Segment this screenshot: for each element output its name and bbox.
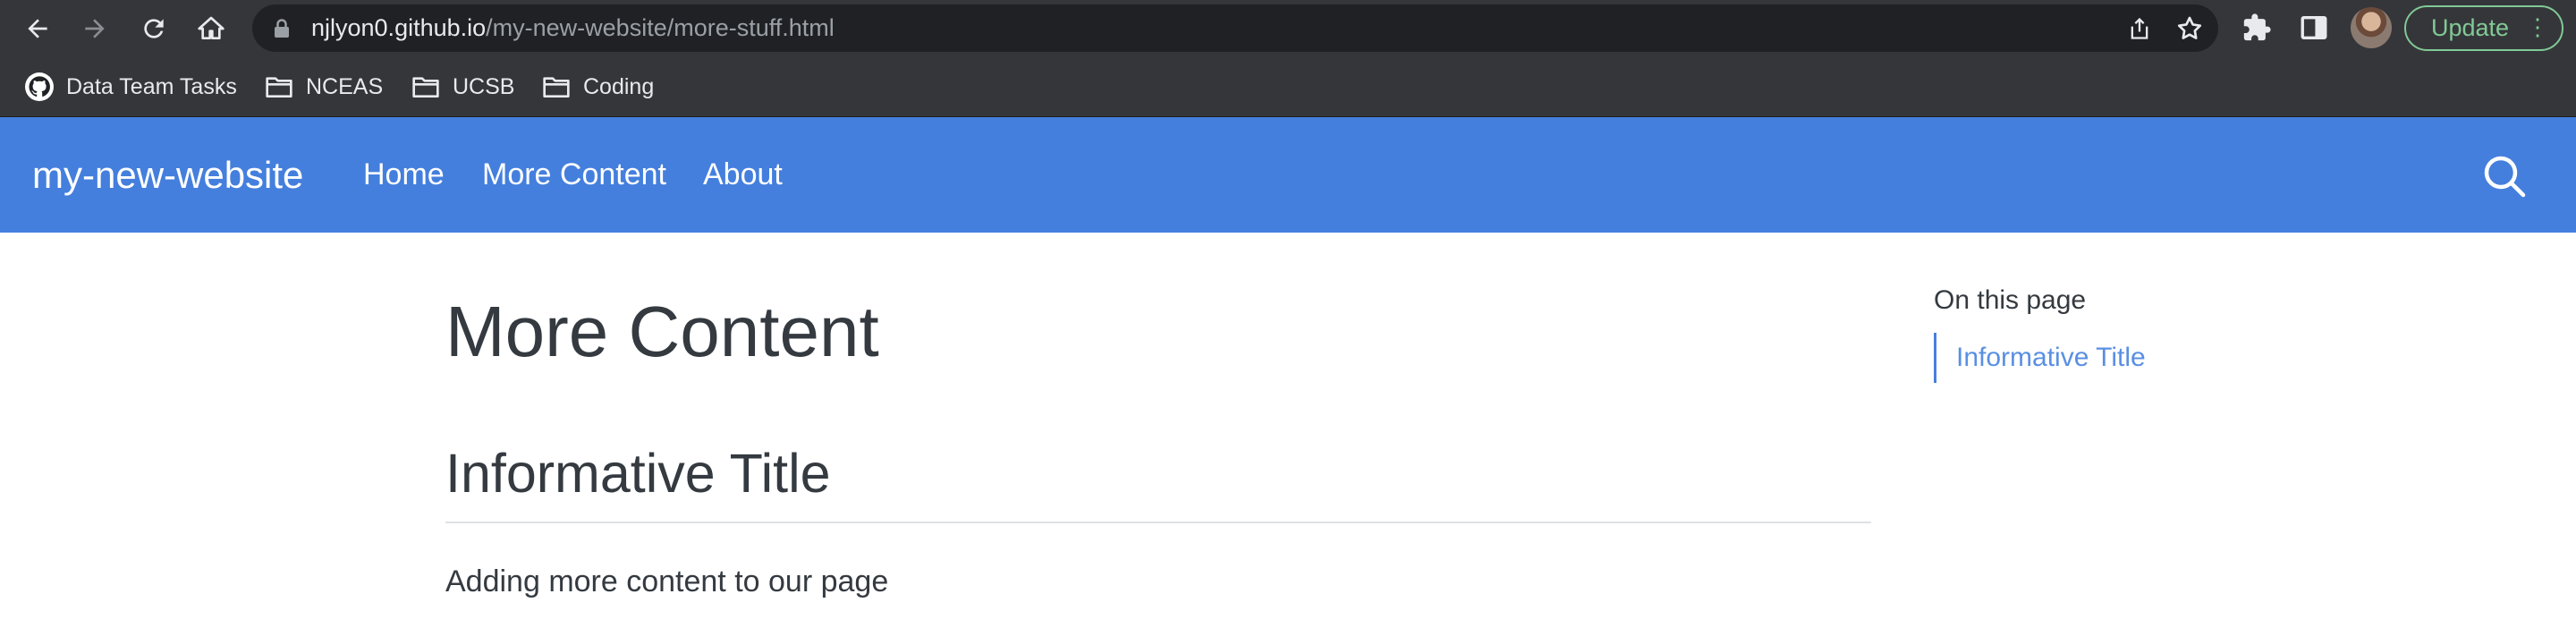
kebab-menu-icon[interactable]: ⋮ [2526,7,2549,47]
section-divider [445,522,1871,523]
body-paragraph: Adding more content to our page [445,564,889,598]
site-navbar: my-new-website Home More Content About [0,117,2576,233]
github-icon [25,72,54,101]
side-panel-icon[interactable] [2299,13,2329,47]
section-heading: Informative Title [445,443,831,504]
share-icon[interactable] [2127,16,2152,46]
bookmark-ucsb[interactable]: UCSB [411,57,514,116]
address-bar[interactable]: njlyon0.github.io/my-new-website/more-st… [252,4,2218,52]
search-icon[interactable] [2481,153,2528,199]
star-icon[interactable] [2175,14,2204,47]
browser-toolbar: njlyon0.github.io/my-new-website/more-st… [0,0,2576,57]
toc-link-informative-title[interactable]: Informative Title [1956,333,2146,383]
folder-icon [266,77,292,98]
nav-link-more-content[interactable]: More Content [482,117,666,233]
folder-icon [543,77,570,98]
nav-link-about[interactable]: About [703,117,783,233]
page-title: More Content [445,292,879,371]
bookmarks-bar: Data Team Tasks NCEAS UCSB Coding [0,57,2576,117]
update-label: Update [2431,14,2510,41]
url-host: njlyon0.github.io [311,14,487,41]
bookmark-label: Data Team Tasks [66,73,237,99]
back-icon[interactable] [20,11,55,47]
bookmark-label: Coding [583,73,655,99]
extensions-icon[interactable] [2241,13,2272,47]
forward-icon[interactable] [77,11,113,47]
bookmark-nceas[interactable]: NCEAS [265,57,383,116]
profile-avatar[interactable] [2351,7,2392,48]
bookmark-label: NCEAS [306,73,384,99]
folder-icon [412,77,439,98]
bookmark-coding[interactable]: Coding [542,57,654,116]
toc-heading: On this page [1934,285,2087,315]
home-icon[interactable] [193,11,229,47]
lock-icon[interactable] [274,19,290,43]
url-path: /my-new-website/more-stuff.html [486,14,835,41]
update-button[interactable]: Update ⋮ [2404,5,2563,51]
url-text[interactable]: njlyon0.github.io/my-new-website/more-st… [311,4,835,52]
bookmark-label: UCSB [453,73,515,99]
toc-list: Informative Title [1934,333,2205,383]
site-brand[interactable]: my-new-website [32,117,303,233]
reload-icon[interactable] [136,11,172,47]
nav-link-home[interactable]: Home [363,117,445,233]
bookmark-data-team-tasks[interactable]: Data Team Tasks [25,57,237,116]
